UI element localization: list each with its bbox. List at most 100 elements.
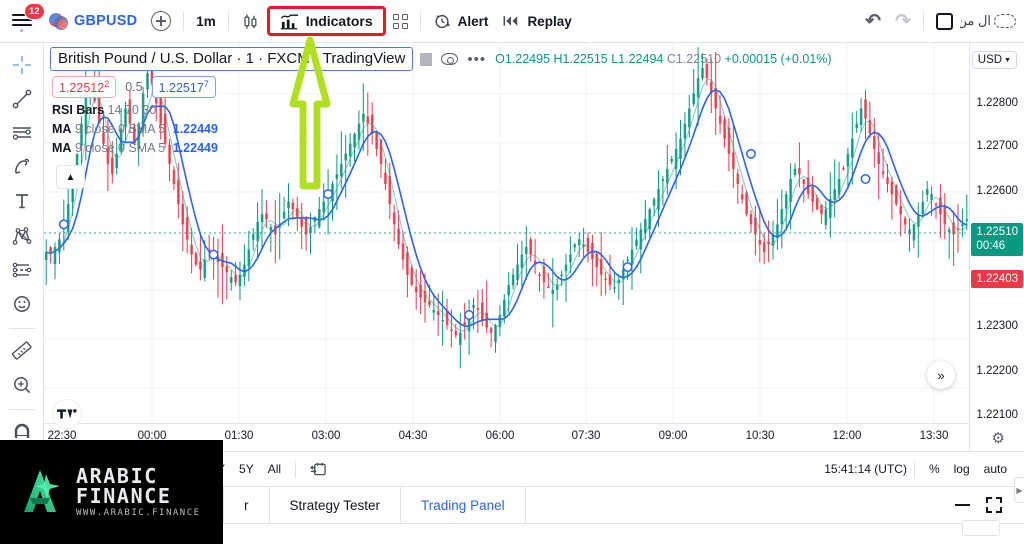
right-panel-expand-arrow[interactable]: ▶ (1014, 477, 1024, 503)
cross-cursor-icon (12, 55, 31, 74)
toolbar-divider (227, 11, 229, 31)
indicators-button[interactable]: Indicators (274, 10, 379, 32)
date-range-button[interactable] (303, 457, 334, 481)
indicator-value: 1.22449 (172, 141, 218, 156)
layout-button[interactable] (929, 4, 960, 38)
range-button-all[interactable]: All (261, 458, 288, 480)
indicator-row-ma-2[interactable]: MA 9 close 0 SMA 5 1.22449 (50, 141, 832, 155)
scroll-to-realtime-button[interactable]: » (927, 361, 955, 389)
clock-label: 15:41:14 (UTC) (824, 462, 907, 476)
templates-button[interactable] (386, 4, 415, 38)
indicators-label: Indicators (305, 13, 373, 29)
plus-icon (151, 11, 172, 31)
tab-partial[interactable]: r (224, 487, 270, 523)
arabic-overflow-text[interactable]: ال من (960, 13, 1016, 29)
notifications-badge: 12 (24, 3, 45, 20)
legend-icon-group: ••• (420, 52, 486, 67)
timeframe-selector[interactable]: 1m (189, 4, 223, 38)
price-scale-settings-icon[interactable]: ⚙ (992, 429, 1005, 447)
indicator-row-ma-1[interactable]: MA 9 close 0 SMA 5 1.22449 (50, 122, 832, 136)
bottombar-divider (913, 460, 915, 478)
undo-button[interactable]: ↶ (858, 4, 888, 38)
ohlc-values: O1.22495 H1.22515 L1.22494 C1.22510 +0.0… (495, 52, 831, 66)
price-tick: 1.22100 (976, 409, 1018, 421)
tab-strategy-tester[interactable]: Strategy Tester (270, 487, 402, 523)
indicator-row-rsi[interactable]: RSI Bars 14 70 30 (50, 103, 832, 117)
time-tick: 06:00 (485, 430, 515, 442)
chart-canvas[interactable]: British Pound / U.S. Dollar · 1 · FXCM ·… (44, 43, 969, 451)
current-price-countdown: 00:46 (976, 240, 1006, 253)
ohlc-open: O1.22495 (495, 52, 551, 66)
watermark-text: ARABIC FINANCE WWW.ARABIC.FINANCE (76, 466, 223, 518)
time-tick: 03:00 (311, 430, 341, 442)
tradingview-app: 12 GBPUSD 1m Indicators Alert Replay ↶ ↷… (0, 0, 1024, 544)
indicators-highlight-box: Indicators (266, 6, 386, 36)
percent-toggle[interactable]: % (922, 458, 947, 480)
trend-line-tool[interactable] (5, 83, 39, 114)
price-tick: 1.22200 (976, 365, 1018, 377)
brush-icon (14, 158, 29, 174)
mini-panel-box[interactable] (962, 520, 1000, 536)
price-scale[interactable]: USD ▼ 1.22800 1.22700 1.22600 1.22510 00… (969, 43, 1024, 451)
toolbar-divider (419, 11, 421, 31)
symbol-selector[interactable]: GBPUSD (42, 4, 144, 38)
visibility-eye-icon[interactable] (441, 53, 459, 65)
tab-trading-panel[interactable]: Trading Panel (401, 487, 526, 523)
trend-line-icon (12, 89, 31, 109)
tradingview-logo[interactable] (52, 399, 82, 429)
chart-style-button[interactable] (234, 4, 267, 38)
emoji-tool[interactable] (5, 288, 39, 319)
measure-ruler-tool[interactable] (5, 336, 39, 367)
color-swatch-icon[interactable] (420, 52, 433, 66)
menu-hamburger-icon[interactable]: 12 (10, 3, 45, 34)
current-price-value: 1.22510 (976, 226, 1018, 238)
templates-grid-icon (392, 13, 408, 29)
redo-button[interactable]: ↷ (888, 4, 918, 38)
time-tick: 12:00 (832, 430, 862, 442)
chart-title[interactable]: British Pound / U.S. Dollar · 1 · FXCM ·… (50, 47, 414, 71)
ohlc-low: L1.22494 (611, 52, 664, 66)
indicator-name: RSI Bars (52, 103, 105, 118)
indicator-params: 9 close 0 SMA 5 (74, 141, 166, 156)
pattern-tool[interactable] (5, 220, 39, 251)
alert-label: Alert (457, 13, 489, 29)
legend-title-row: British Pound / U.S. Dollar · 1 · FXCM ·… (50, 47, 832, 71)
replay-button[interactable]: Replay (495, 4, 578, 38)
buy-price-value: 1.22517 (158, 81, 204, 96)
symbol-label: GBPUSD (74, 13, 138, 29)
currency-selector[interactable]: USD ▼ (971, 51, 1017, 69)
add-symbol-button[interactable] (144, 4, 178, 38)
buy-price-badge[interactable]: 1.225177 (151, 76, 216, 99)
forecast-tool[interactable] (5, 254, 39, 285)
toolbar-divider (183, 11, 185, 31)
ohlc-high: H1.22515 (553, 52, 608, 66)
cloud-icon (994, 14, 1016, 28)
sell-price-badge[interactable]: 1.225122 (52, 76, 117, 99)
currency-label: USD (977, 54, 1003, 66)
sell-price-sup: 2 (104, 79, 110, 89)
minimize-icon[interactable] (955, 504, 970, 506)
auto-toggle[interactable]: auto (977, 458, 1014, 480)
range-button-5y[interactable]: 5Y (232, 458, 261, 480)
time-tick: 10:30 (745, 430, 775, 442)
horizontal-lines-tool[interactable] (5, 117, 39, 148)
more-options-icon[interactable]: ••• (467, 52, 486, 67)
price-tick: 1.22800 (976, 97, 1018, 109)
brush-tool[interactable] (5, 152, 39, 183)
log-toggle[interactable]: log (947, 458, 977, 480)
time-tick: 04:30 (398, 430, 428, 442)
current-price-tag: 1.22510 00:46 (971, 223, 1023, 256)
cross-cursor-tool[interactable] (5, 49, 39, 80)
expand-icon[interactable] (986, 497, 1002, 513)
redo-icon: ↷ (895, 10, 911, 32)
watermark-url: WWW.ARABIC.FINANCE (76, 508, 201, 518)
alert-button[interactable]: Alert (426, 4, 496, 38)
indicator-name: MA (52, 141, 72, 156)
indicator-params: 9 close 0 SMA 5 (74, 122, 166, 137)
tool-divider (8, 327, 35, 329)
candle-style-icon (244, 13, 257, 29)
text-tool[interactable] (5, 186, 39, 217)
collapse-legend-button[interactable]: ▲ (56, 165, 85, 189)
zoom-tool[interactable] (5, 370, 39, 401)
indicator-params: 14 70 30 (107, 103, 157, 118)
